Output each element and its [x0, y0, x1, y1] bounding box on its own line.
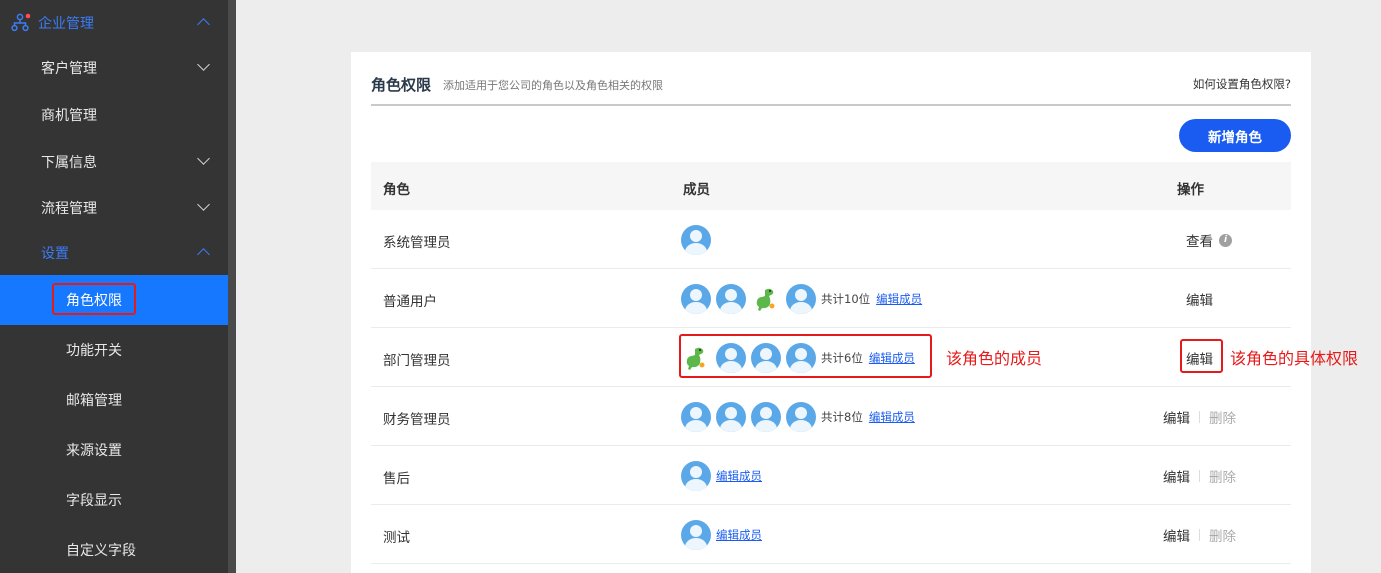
role-name: 部门管理员 [383, 353, 451, 369]
nav-item-label: 来源设置 [66, 443, 122, 459]
chevron-up-icon [197, 18, 210, 31]
nav-item-label: 字段显示 [66, 493, 122, 509]
member-list: 编辑成员 [681, 460, 762, 492]
nav-item-label: 商机管理 [41, 108, 97, 124]
action-divider [1199, 411, 1200, 423]
nav-source-settings[interactable]: 来源设置 [0, 427, 228, 473]
highlight-box-members [679, 334, 932, 378]
avatar [681, 520, 711, 550]
highlight-box-edit [1180, 339, 1223, 373]
member-list: 共计10位 编辑成员 [681, 283, 922, 315]
role-name: 测试 [383, 530, 410, 546]
annotation-permissions-note: 该角色的具体权限 [1230, 349, 1359, 368]
nav-subordinate-info[interactable]: 下属信息 [0, 139, 228, 185]
member-list: 编辑成员 [681, 519, 762, 551]
edit-members-link[interactable]: 编辑成员 [876, 291, 922, 307]
dinosaur-avatar-icon [756, 288, 775, 311]
member-list [681, 224, 716, 256]
action-divider [1199, 470, 1200, 482]
row-actions: 编辑 删除 [1163, 525, 1236, 545]
row-actions: 编辑 [1186, 289, 1213, 309]
avatar [786, 284, 816, 314]
column-header-actions: 操作 [1177, 182, 1204, 198]
nav-item-label: 客户管理 [41, 61, 97, 77]
edit-button[interactable]: 编辑 [1186, 289, 1213, 309]
table-header: 角色 成员 操作 [371, 162, 1291, 210]
org-chart-icon [11, 13, 31, 32]
nav-process-management[interactable]: 流程管理 [0, 185, 228, 231]
edit-members-link[interactable]: 编辑成员 [716, 527, 762, 543]
avatar [751, 402, 781, 432]
nav-enterprise-label: 企业管理 [38, 16, 94, 32]
role-name: 财务管理员 [383, 412, 451, 428]
avatar [716, 284, 746, 314]
highlight-box-role-permissions [52, 283, 136, 315]
avatar [681, 461, 711, 491]
edit-members-link[interactable]: 编辑成员 [869, 409, 915, 425]
nav-custom-fields[interactable]: 自定义字段 [0, 527, 228, 573]
action-divider [1199, 529, 1200, 541]
annotation-members-note: 该角色的成员 [946, 349, 1043, 368]
view-button[interactable]: 查看 [1186, 230, 1213, 250]
chevron-down-icon [197, 152, 210, 165]
nav-enterprise-management[interactable]: 企业管理 [0, 0, 228, 46]
page-title: 角色权限 [371, 76, 432, 94]
nav-customer-management[interactable]: 客户管理 [0, 45, 228, 91]
chevron-up-icon [197, 248, 210, 261]
column-header-role: 角色 [383, 182, 410, 198]
avatar [681, 284, 711, 314]
row-actions: 编辑 删除 [1163, 466, 1236, 486]
column-header-members: 成员 [683, 182, 710, 198]
edit-button[interactable]: 编辑 [1163, 407, 1190, 427]
table-row: 测试 编辑成员 编辑 删除 [371, 505, 1291, 564]
avatar [716, 402, 746, 432]
edit-button[interactable]: 编辑 [1163, 466, 1190, 486]
delete-button[interactable]: 删除 [1209, 407, 1236, 427]
info-icon[interactable]: i [1219, 233, 1232, 247]
help-link[interactable]: 如何设置角色权限? [1193, 76, 1291, 92]
table-row: 系统管理员 查看 i [371, 210, 1291, 269]
member-count: 共计8位 [821, 410, 863, 424]
card-header: 角色权限 添加适用于您公司的角色以及角色相关的权限 如何设置角色权限? [371, 72, 1291, 106]
role-permissions-card: 角色权限 添加适用于您公司的角色以及角色相关的权限 如何设置角色权限? 新增角色… [351, 52, 1311, 573]
row-actions: 查看 i [1186, 230, 1232, 250]
role-name: 售后 [383, 471, 410, 487]
nav-item-label: 流程管理 [41, 201, 97, 217]
delete-button[interactable]: 删除 [1209, 466, 1236, 486]
nav-item-label: 下属信息 [41, 155, 97, 171]
sidebar-scroll-edge [228, 0, 236, 573]
nav-feature-switches[interactable]: 功能开关 [0, 327, 228, 373]
role-name: 普通用户 [383, 294, 437, 310]
notification-dot [25, 13, 31, 19]
avatar [681, 402, 711, 432]
member-list: 共计8位 编辑成员 [681, 401, 915, 433]
avatar [681, 225, 711, 255]
edit-button[interactable]: 编辑 [1163, 525, 1190, 545]
table-row: 售后 编辑成员 编辑 删除 [371, 446, 1291, 505]
chevron-down-icon [197, 198, 210, 211]
chevron-down-icon [197, 58, 210, 71]
edit-members-link[interactable]: 编辑成员 [716, 468, 762, 484]
avatar [786, 402, 816, 432]
page-subtitle: 添加适用于您公司的角色以及角色相关的权限 [443, 79, 663, 92]
nav-field-display[interactable]: 字段显示 [0, 477, 228, 523]
member-count: 共计10位 [821, 292, 871, 306]
nav-settings-label: 设置 [41, 246, 69, 262]
add-role-button[interactable]: 新增角色 [1179, 119, 1291, 152]
delete-button[interactable]: 删除 [1209, 525, 1236, 545]
nav-item-label: 功能开关 [66, 343, 122, 359]
row-actions: 编辑 删除 [1163, 407, 1236, 427]
table-row: 普通用户 共计10位 编辑成员 编辑 [371, 269, 1291, 328]
nav-mailbox-management[interactable]: 邮箱管理 [0, 377, 228, 423]
nav-item-label: 邮箱管理 [66, 393, 122, 409]
role-name: 系统管理员 [383, 235, 451, 251]
table-row: 财务管理员 共计8位 编辑成员 编辑 删除 [371, 387, 1291, 446]
nav-item-label: 自定义字段 [66, 543, 136, 559]
nav-settings[interactable]: 设置 [0, 230, 228, 276]
nav-opportunity-management[interactable]: 商机管理 [0, 92, 228, 138]
